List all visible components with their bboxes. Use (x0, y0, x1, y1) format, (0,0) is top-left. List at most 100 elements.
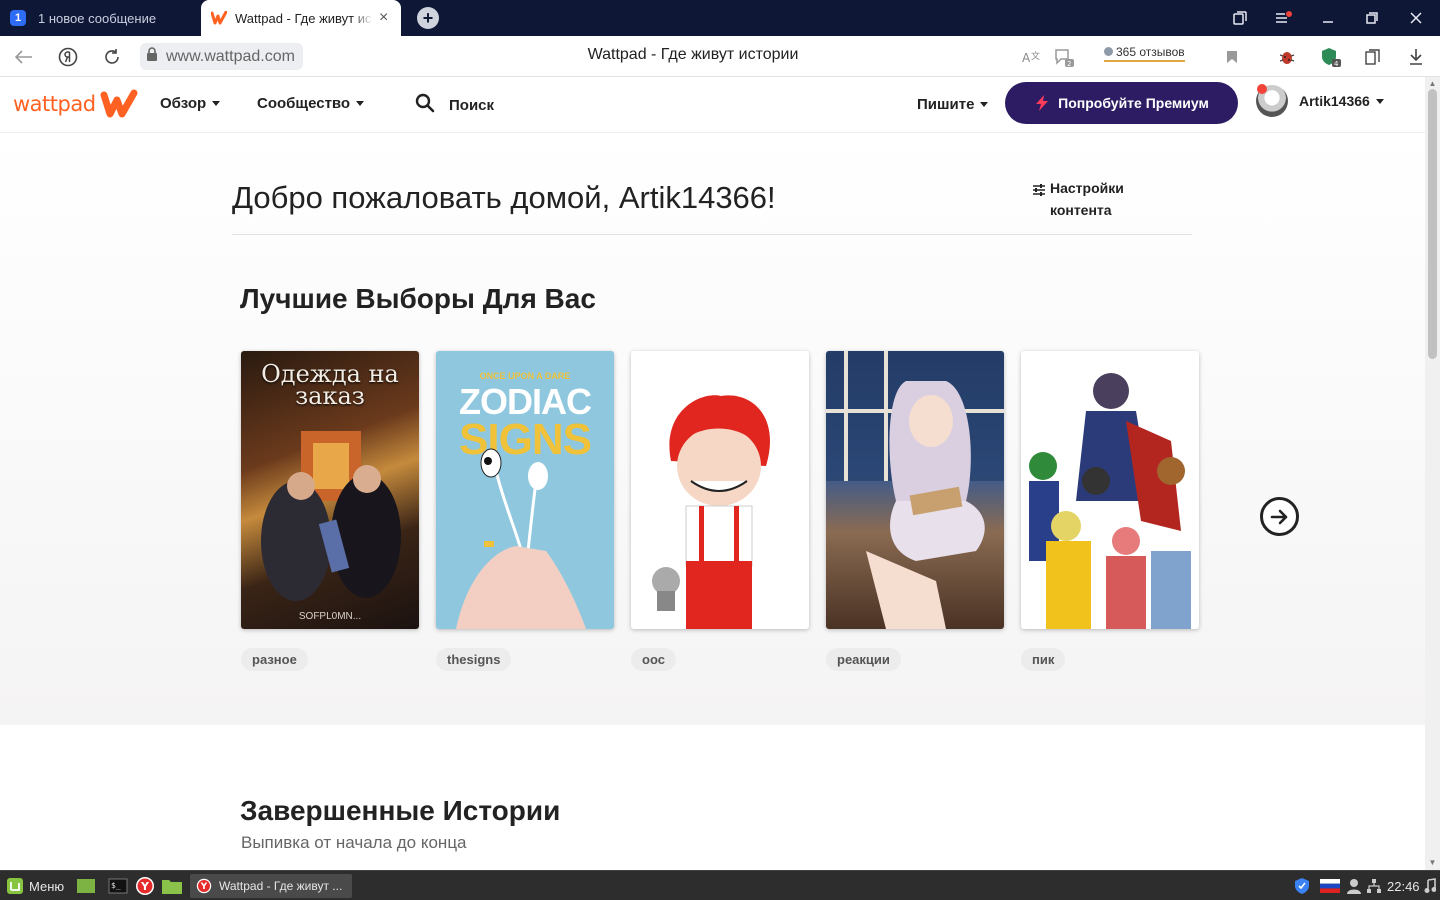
mint-logo-icon (7, 878, 23, 894)
extension-icon[interactable]: 2 (1053, 46, 1075, 68)
anime-girl-reading-cover-icon (826, 351, 1004, 629)
write-menu[interactable]: Пишите (917, 96, 989, 113)
taskbar-window-button[interactable]: Y Wattpad - Где живут ... (190, 874, 352, 898)
search-label: Поиск (449, 96, 495, 114)
sliders-icon (1032, 183, 1046, 202)
files-icon[interactable] (161, 875, 183, 897)
completed-section (0, 725, 1425, 870)
content-settings-button[interactable]: Настройки контента (1032, 177, 1150, 221)
svg-text:A: A (1022, 51, 1031, 65)
earphones-cover-icon (456, 448, 586, 629)
yandex-browser-icon: Y (196, 878, 212, 894)
collections-icon[interactable] (1362, 46, 1384, 68)
close-window-icon[interactable] (1394, 0, 1438, 36)
caret-down-icon (1375, 98, 1384, 104)
os-taskbar: Меню $_ Y Y Wattpad - Где живут ... 22:4… (0, 870, 1440, 900)
svg-text:Y: Y (140, 880, 150, 893)
story-cover[interactable]: ONCE UPON A DARE ZODIAC SIGNS (436, 351, 614, 629)
notification-dot (1257, 84, 1267, 94)
caret-down-icon (980, 102, 989, 107)
browse-menu[interactable]: Обзор (160, 95, 221, 112)
story-cover[interactable] (631, 351, 809, 629)
url-text: www.wattpad.com (166, 47, 295, 65)
completed-subtitle: Выпивка от начала до конца (241, 833, 467, 852)
security-shield-icon[interactable] (1294, 875, 1310, 897)
welcome-heading: Добро пожаловать домой, Artik14366! (232, 180, 776, 215)
anime-group-cover-icon (1029, 373, 1191, 629)
new-tab-button[interactable]: + (417, 7, 439, 29)
restore-icon[interactable] (1350, 0, 1394, 36)
story-cover[interactable] (1021, 351, 1199, 629)
bug-extension-icon[interactable] (1276, 46, 1298, 68)
story-tag[interactable]: реакции (826, 648, 901, 671)
yandex-browser-icon[interactable]: Y (135, 875, 155, 897)
scroll-thumb[interactable] (1428, 89, 1437, 359)
sound-icon[interactable] (1424, 875, 1436, 897)
arrow-right-icon (1270, 509, 1287, 524)
tab-title: 1 новое сообщение (38, 10, 157, 26)
wattpad-logo[interactable]: wattpad (13, 89, 138, 119)
tab-title: Wattpad - Где живут истории (235, 10, 373, 26)
top-picks-title: Лучшие Выборы Для Вас (240, 283, 596, 314)
yandex-icon[interactable] (55, 44, 81, 70)
username: Artik14366 (1299, 93, 1384, 109)
back-arrow-icon[interactable] (11, 44, 37, 70)
completed-title: Завершенные Истории (240, 795, 561, 826)
close-tab-icon[interactable]: × (379, 10, 388, 26)
svg-text:Y: Y (200, 882, 208, 892)
lock-icon (146, 47, 158, 66)
scroll-up-icon[interactable]: ▲ (1428, 79, 1437, 88)
bookmark-icon[interactable] (1221, 46, 1243, 68)
caret-down-icon (356, 101, 365, 106)
main-content: Добро пожаловать домой, Artik14366! Наст… (0, 133, 1425, 870)
terminal-icon[interactable]: $_ (108, 875, 128, 897)
caret-down-icon (212, 101, 221, 106)
cover-title: Одежда на заказ (261, 360, 399, 410)
scroll-down-icon[interactable]: ▼ (1428, 858, 1437, 867)
download-icon[interactable] (1405, 46, 1427, 68)
story-tag[interactable]: разное (241, 648, 308, 671)
url-field[interactable]: www.wattpad.com (140, 43, 303, 70)
wattpad-header: wattpad Обзор Сообщество Поиск Пишите По… (0, 77, 1425, 133)
story-cover[interactable]: Одежда на заказ SOFPL0MN... (241, 351, 419, 629)
minimize-icon[interactable] (1306, 0, 1350, 36)
story-tag[interactable]: пик (1021, 648, 1066, 671)
user-icon[interactable] (1347, 875, 1361, 897)
search-button[interactable]: Поиск (415, 93, 494, 117)
svg-text:4: 4 (1334, 60, 1339, 68)
reload-icon[interactable] (99, 44, 125, 70)
search-icon (415, 93, 435, 117)
page-title: Wattpad - Где живут истории (587, 46, 799, 63)
wattpad-w-icon (100, 89, 138, 118)
keyboard-layout-flag-icon[interactable] (1320, 875, 1340, 897)
address-bar: www.wattpad.com Wattpad - Где живут исто… (0, 36, 1440, 77)
story-tag[interactable]: оос (631, 648, 676, 671)
messages-count-icon: 1 (10, 10, 26, 26)
network-icon[interactable] (1366, 875, 1382, 897)
try-premium-button[interactable]: Попробуйте Премиум (1005, 82, 1238, 124)
tab-wattpad[interactable]: Wattpad - Где живут истории × (201, 0, 401, 36)
community-menu[interactable]: Сообщество (257, 95, 365, 112)
svg-text:文: 文 (1031, 50, 1040, 62)
tab-messages[interactable]: 1 1 новое сообщение (0, 0, 200, 36)
chibi-character-cover-icon (652, 395, 770, 629)
svg-text:$_: $_ (111, 881, 121, 890)
carousel-next-button[interactable] (1260, 497, 1299, 536)
user-menu[interactable]: Artik14366 (1256, 84, 1384, 117)
wattpad-favicon-icon (211, 11, 227, 25)
tabs-menu-icon[interactable] (1218, 0, 1262, 36)
story-tag[interactable]: thesigns (436, 648, 512, 671)
clock[interactable]: 22:46 (1387, 875, 1420, 897)
divider (232, 234, 1192, 235)
browser-menu-icon[interactable] (1262, 0, 1306, 36)
page-scrollbar[interactable]: ▲ ▼ (1425, 77, 1440, 870)
svg-text:2: 2 (1067, 60, 1071, 68)
translate-icon[interactable]: A文 (1020, 46, 1042, 68)
show-desktop-icon[interactable] (76, 875, 96, 897)
story-cover[interactable] (826, 351, 1004, 629)
shield-extension-icon[interactable]: 4 (1320, 46, 1342, 68)
logo-text: wattpad (13, 92, 96, 116)
reviews-link[interactable]: 365 отзывов (1104, 45, 1185, 62)
start-menu-button[interactable]: Меню (6, 875, 64, 897)
lightning-icon (1036, 95, 1049, 111)
